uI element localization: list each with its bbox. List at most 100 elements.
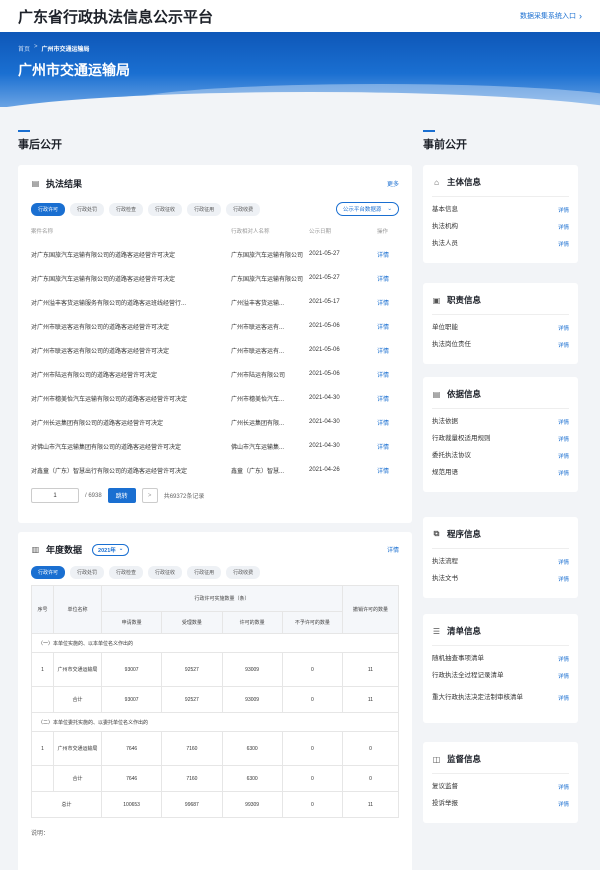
side-item[interactable]: 执法依据 详情 (432, 413, 569, 430)
source-select[interactable]: 公示平台数据源 ⌄ (335, 202, 399, 216)
col-header-applied: 申请数量 (100, 611, 163, 634)
next-page-button[interactable]: > (141, 488, 158, 503)
side-item[interactable]: 复议监督 详情 (432, 778, 569, 795)
col-header-no: 序号 (31, 585, 54, 634)
side-item[interactable]: 行政裁量权适用规则 详情 (432, 430, 569, 447)
tab-results-5[interactable]: 行政收费 (226, 202, 261, 216)
results-table: 案件名称 行政相对人名称 公示日期 操作 对广东国旅汽车运输有限公司的道路客运经… (31, 220, 399, 482)
cell-accepted: 99687 (161, 791, 223, 818)
side-item[interactable]: 单位职能 详情 (432, 319, 569, 336)
detail-link[interactable]: 详情 (377, 362, 399, 386)
side-item-label: 委托执法协议 (432, 451, 471, 459)
entry-link-label: 数据采集系统入口 (520, 13, 576, 20)
page-input[interactable]: 1 (31, 488, 79, 503)
detail-link[interactable]: 详情 (377, 290, 399, 314)
detail-link[interactable]: 详情 (377, 266, 399, 290)
side-detail-link[interactable]: 详情 (558, 418, 569, 426)
side-item[interactable]: 重大行政执法决定法制审核清单 详情 (432, 684, 569, 712)
detail-link[interactable]: 详情 (377, 434, 399, 458)
jump-button[interactable]: 跳转 (107, 488, 136, 503)
side-detail-link[interactable]: 详情 (558, 240, 569, 248)
tab-results-0[interactable]: 行政许可 (31, 202, 66, 216)
breadcrumb-separator: > (34, 44, 38, 50)
side-item[interactable]: 行政执法全过程记录清单 详情 (432, 667, 569, 684)
side-item-label: 执法人员 (432, 239, 458, 247)
side-detail-link[interactable]: 详情 (558, 341, 569, 349)
tab-annual-2[interactable]: 行政检查 (109, 566, 144, 579)
detail-link[interactable]: 详情 (377, 458, 399, 482)
annual-more-link[interactable]: 详情 (387, 545, 399, 554)
case-name[interactable]: 对广州市联运客运有限公司的道路客运经营许可决定 (31, 314, 231, 338)
year-select[interactable]: 2021年 ⌄ (92, 543, 130, 556)
side-detail-link[interactable]: 详情 (558, 655, 569, 663)
detail-link[interactable]: 详情 (377, 338, 399, 362)
side-detail-link[interactable]: 详情 (558, 223, 569, 231)
detail-link[interactable]: 详情 (377, 242, 399, 266)
tab-annual-1[interactable]: 行政处罚 (70, 566, 105, 579)
side-detail-link[interactable]: 详情 (558, 575, 569, 583)
side-detail-link[interactable]: 详情 (558, 324, 569, 332)
cell-granted: 99309 (221, 791, 283, 818)
tab-annual-0[interactable]: 行政许可 (31, 566, 66, 579)
side-detail-link[interactable]: 详情 (558, 469, 569, 477)
case-name[interactable]: 对鑫童（广东）智慧出行有限公司的道路客运经营许可决定 (31, 458, 231, 482)
tab-annual-5[interactable]: 行政收费 (226, 566, 261, 579)
data-entry-link[interactable]: 数据采集系统入口 › (520, 11, 582, 21)
side-item-label: 投诉举报 (432, 799, 458, 807)
side-item[interactable]: 基本信息 详情 (432, 201, 569, 218)
detail-link[interactable]: 详情 (377, 314, 399, 338)
case-name[interactable]: 对广州市陆运有限公司的道路客运经营许可决定 (31, 362, 231, 386)
case-name[interactable]: 对广东国旅汽车运输有限公司的道路客运经营许可决定 (31, 266, 231, 290)
side-card-title: ◫ 监督信息 (432, 753, 569, 765)
case-name[interactable]: 对广州市穗美怡汽车运输有限公司的道路客运经营许可决定 (31, 386, 231, 410)
year-label: 2021年 (98, 547, 116, 554)
side-item[interactable]: 执法人员 详情 (432, 235, 569, 252)
side-detail-link[interactable]: 详情 (558, 558, 569, 566)
results-header-row: 案件名称 行政相对人名称 公示日期 操作 (31, 220, 399, 242)
row-unit: 广州市交通运输局 (53, 652, 102, 687)
tab-results-2[interactable]: 行政检查 (109, 202, 144, 216)
side-detail-link[interactable]: 详情 (558, 435, 569, 443)
side-item-label: 执法文书 (432, 574, 458, 582)
side-detail-link[interactable]: 详情 (558, 452, 569, 460)
section-heading-after: 事后公开 (18, 130, 62, 152)
detail-link[interactable]: 详情 (377, 386, 399, 410)
chevron-right-icon: › (579, 11, 582, 21)
side-item[interactable]: 随机抽查事项清单 详情 (432, 650, 569, 667)
tab-results-4[interactable]: 行政征用 (187, 202, 222, 216)
case-name[interactable]: 对广东国旅汽车运输有限公司的道路客运经营许可决定 (31, 242, 231, 266)
tab-results-3[interactable]: 行政征收 (148, 202, 183, 216)
side-item[interactable]: 执法流程 详情 (432, 553, 569, 570)
case-name[interactable]: 对广州溢丰客货运输服务有限公司的道路客运班线经营行... (31, 290, 231, 314)
side-item-label: 基本信息 (432, 205, 458, 213)
side-detail-link[interactable]: 详情 (558, 694, 569, 702)
top-bar: 广东省行政执法信息公示平台 数据采集系统入口 › (0, 0, 600, 32)
side-detail-link[interactable]: 详情 (558, 783, 569, 791)
case-name[interactable]: 对广州市联运客运有限公司的道路客运经营许可决定 (31, 338, 231, 362)
case-name[interactable]: 对佛山市汽车运输集团有限公司的道路客运经营许可决定 (31, 434, 231, 458)
results-title: 执法结果 (46, 179, 83, 189)
side-card-list: ☰ 清单信息 随机抽查事项清单 详情 行政执法全过程记录清单 详情 重大行政执法决定法制审核… (423, 614, 578, 723)
site-title: 广东省行政执法信息公示平台 (18, 8, 214, 26)
tab-annual-4[interactable]: 行政征用 (187, 566, 222, 579)
breadcrumb-home[interactable]: 首页 (18, 44, 30, 53)
side-item[interactable]: 规范用语 详情 (432, 464, 569, 481)
tab-annual-3[interactable]: 行政征收 (148, 566, 183, 579)
side-detail-link[interactable]: 详情 (558, 206, 569, 214)
side-detail-link[interactable]: 详情 (558, 800, 569, 808)
side-item[interactable]: 投诉举报 详情 (432, 795, 569, 812)
side-item[interactable]: 执法岗位责任 详情 (432, 336, 569, 353)
side-item[interactable]: 委托执法协议 详情 (432, 447, 569, 464)
tab-results-1[interactable]: 行政处罚 (70, 202, 105, 216)
side-detail-link[interactable]: 详情 (558, 672, 569, 680)
side-item[interactable]: 执法机构 详情 (432, 218, 569, 235)
cell-revoked: 11 (342, 791, 399, 818)
table-row: 对广州长运集团有限公司的道路客运经营许可决定 广州长运集团有限... 2021-04… (31, 410, 399, 434)
breadcrumb: 首页 > 广州市交通运输局 (18, 44, 90, 53)
side-item[interactable]: 执法文书 详情 (432, 570, 569, 587)
results-more-link[interactable]: 更多 (387, 179, 399, 188)
cell-applied: 7646 (100, 731, 163, 766)
divider (432, 196, 569, 197)
detail-link[interactable]: 详情 (377, 410, 399, 434)
case-name[interactable]: 对广州长运集团有限公司的道路客运经营许可决定 (31, 410, 231, 434)
